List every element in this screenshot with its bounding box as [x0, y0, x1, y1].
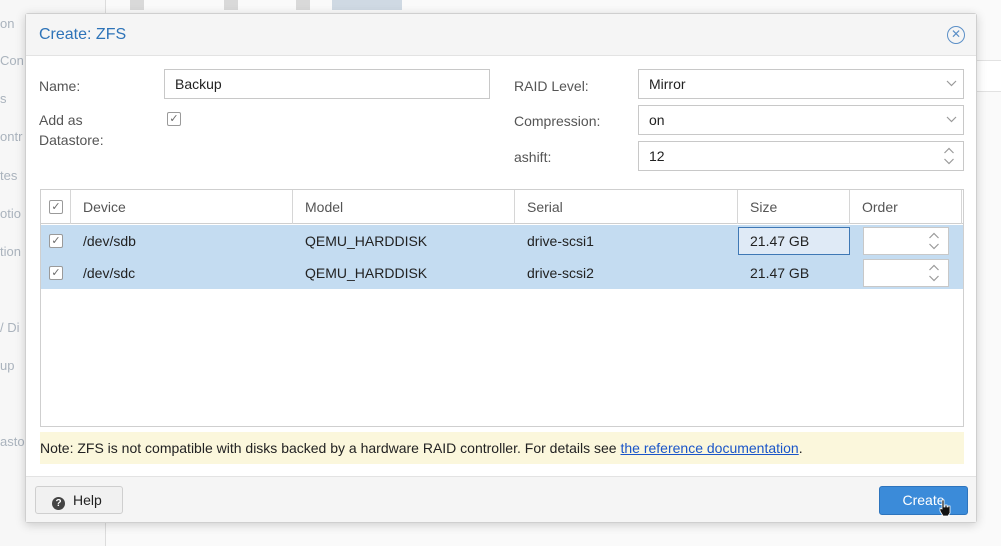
model-cell: QEMU_HARDDISK — [305, 233, 428, 249]
bg-sidebar-item: tes — [0, 168, 18, 183]
bg-sidebar-item: Con — [0, 53, 24, 68]
create-zfs-dialog: Create: ZFS ✕ Name: Backup Add as Datast… — [25, 13, 977, 523]
reference-documentation-link[interactable]: the reference documentation — [620, 440, 798, 456]
background-toolbar — [106, 0, 1001, 10]
bg-sidebar-item: tion — [0, 244, 21, 259]
order-spinner[interactable] — [863, 227, 949, 255]
column-header-model[interactable]: Model — [293, 190, 515, 224]
dialog-title: Create: ZFS — [39, 26, 127, 43]
compression-value: on — [649, 112, 665, 128]
add-datastore-checkbox[interactable]: ✓ — [167, 112, 181, 126]
raid-level-select[interactable]: Mirror — [638, 69, 964, 99]
ashift-spinner[interactable]: 12 — [638, 141, 964, 171]
bg-toolbar-active-tab — [332, 0, 402, 10]
model-cell: QEMU_HARDDISK — [305, 265, 428, 281]
column-header-device[interactable]: Device — [71, 190, 293, 224]
ashift-label: ashift: — [514, 149, 552, 165]
bg-toolbar-fragment — [130, 0, 144, 10]
order-spinner[interactable] — [863, 259, 949, 287]
bg-sidebar-item: otio — [0, 206, 21, 221]
spinner-arrows-icon[interactable] — [943, 146, 955, 166]
help-button-label: Help — [73, 492, 102, 508]
note-suffix: . — [798, 440, 803, 456]
serial-cell: drive-scsi2 — [527, 265, 594, 281]
row-checkbox[interactable]: ✓ — [49, 234, 63, 248]
select-all-header[interactable]: ✓ — [41, 190, 71, 224]
raid-level-label: RAID Level: — [514, 78, 589, 94]
size-cell: 21.47 GB — [750, 265, 810, 281]
table-row[interactable]: ✓ /dev/sdb QEMU_HARDDISK drive-scsi1 21.… — [41, 225, 963, 257]
bg-toolbar-fragment — [296, 0, 310, 10]
ashift-value: 12 — [649, 148, 665, 164]
add-datastore-label-line1: Add as — [39, 112, 83, 128]
bg-sidebar-item: / Di — [0, 320, 20, 335]
table-row[interactable]: ✓ /dev/sdc QEMU_HARDDISK drive-scsi2 21.… — [41, 257, 963, 289]
bg-sidebar-item: on — [0, 16, 15, 31]
serial-cell: drive-scsi1 — [527, 233, 594, 249]
add-datastore-label-line2: Datastore: — [39, 132, 104, 148]
name-value: Backup — [175, 76, 222, 92]
dialog-header: Create: ZFS ✕ — [26, 14, 976, 56]
bg-sidebar-item: up — [0, 358, 15, 373]
size-cell: 21.47 GB — [750, 233, 810, 249]
note-text: Note: ZFS is not compatible with disks b… — [40, 440, 621, 456]
grid-header: ✓ Device Model Serial Size Order — [41, 190, 963, 224]
bg-toolbar-fragment — [224, 0, 238, 10]
bg-sidebar-item: asto — [0, 434, 25, 449]
disk-grid: ✓ Device Model Serial Size Order ✓ /dev/… — [40, 189, 964, 427]
compression-label: Compression: — [514, 113, 601, 129]
name-field[interactable]: Backup — [164, 69, 490, 99]
compression-select[interactable]: on — [638, 105, 964, 135]
column-header-order[interactable]: Order — [850, 190, 962, 224]
row-checkbox[interactable]: ✓ — [49, 266, 63, 280]
column-header-serial[interactable]: Serial — [515, 190, 738, 224]
spinner-arrows-icon[interactable] — [928, 263, 940, 283]
device-cell: /dev/sdb — [83, 233, 136, 249]
raid-level-value: Mirror — [649, 76, 686, 92]
dialog-footer: ? Help Create — [26, 476, 976, 522]
chevron-down-icon[interactable] — [946, 75, 957, 93]
chevron-down-icon[interactable] — [946, 111, 957, 129]
select-all-checkbox[interactable]: ✓ — [49, 200, 63, 214]
help-button[interactable]: ? Help — [35, 486, 123, 514]
zfs-raid-note: Note: ZFS is not compatible with disks b… — [40, 432, 964, 464]
spinner-arrows-icon[interactable] — [928, 231, 940, 251]
column-header-size[interactable]: Size — [738, 190, 850, 224]
bg-sidebar-item: s — [0, 91, 7, 106]
bg-sidebar-item: ontr — [0, 129, 23, 144]
device-cell: /dev/sdc — [83, 265, 136, 281]
name-label: Name: — [39, 78, 81, 94]
question-circle-icon: ? — [52, 497, 65, 510]
create-button[interactable]: Create — [879, 486, 968, 515]
close-icon[interactable]: ✕ — [947, 26, 965, 44]
hand-cursor-icon — [939, 499, 951, 517]
